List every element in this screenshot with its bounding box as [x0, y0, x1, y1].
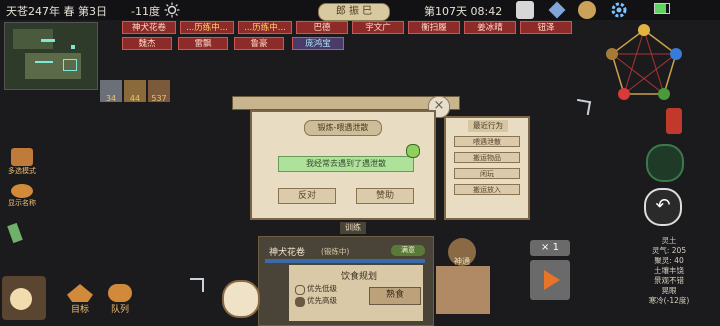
food-type-select[interactable]: 熟食	[369, 287, 421, 305]
action-dialog: 锻炼-喂遇泄散 我经常去遇到了遇泄散 反对 赞助	[250, 110, 436, 220]
notification-badge[interactable]	[666, 108, 682, 134]
tab-training[interactable]: 训练	[340, 222, 366, 234]
faction-tag[interactable]: 鲁豪	[234, 37, 284, 50]
faction-tag[interactable]: 庞鸿宝	[292, 37, 344, 50]
faction-tag[interactable]: 宇文广	[352, 21, 404, 34]
recent-actions-title: 最近行为	[468, 120, 508, 132]
target-button[interactable]: 目标	[62, 284, 98, 315]
scenery: 景观不错	[654, 276, 684, 285]
character-name: 神犬花卷	[269, 248, 306, 258]
recent-action-item[interactable]: 喂遇泄散	[454, 136, 520, 147]
minimap[interactable]	[4, 22, 98, 90]
radio-high[interactable]	[295, 297, 305, 307]
faction-tag[interactable]: 衡扫履	[408, 21, 460, 34]
team-icon	[108, 284, 132, 302]
dialog-title: 锻炼-喂遇泄散	[304, 120, 382, 136]
multi-select-button[interactable]: 多选模式	[4, 148, 40, 176]
soil-fertility: 土壤丰饶	[654, 266, 684, 275]
spirit-energy: 灵气: 205	[651, 246, 687, 255]
faction-tag[interactable]: ...历练中...	[238, 21, 292, 34]
speed-button[interactable]: × 1	[530, 240, 570, 256]
dialog-scroll-top	[232, 96, 460, 110]
paw-icon[interactable]	[222, 280, 260, 318]
confirm-button[interactable]: 赞助	[356, 188, 414, 204]
cold: 寒冷(-12度)	[648, 296, 690, 305]
dialog-prompt: 我经常去遇到了遇泄散	[278, 156, 414, 172]
button-label: 显示名称	[8, 199, 36, 207]
button-label: 多选模式	[8, 167, 36, 175]
gather-spirit: 聚灵: 40	[654, 256, 684, 265]
tile-info-panel: 灵土 灵气: 205 聚灵: 40 土壤丰饶 景观不错 晃眼 寒冷(-12度)	[622, 236, 716, 324]
faction-tag[interactable]: 巴德	[296, 21, 348, 34]
faction-tag[interactable]: ...历练中...	[180, 21, 234, 34]
radio-low[interactable]	[295, 285, 305, 295]
cancel-button[interactable]: 反对	[278, 188, 336, 204]
recent-action-item[interactable]: 搬运物品	[454, 152, 520, 163]
food-plan-box: 饮食规划 优先低级 优先高级 熟食	[289, 265, 423, 321]
character-panel: 神犬花卷 (锻炼中) 满意 饮食规划 优先低级 优先高级 熟食	[258, 236, 434, 326]
glare: 晃眼	[661, 286, 677, 295]
option-high[interactable]: 优先高级	[307, 295, 337, 306]
recent-action-item[interactable]: 搬运放入	[454, 184, 520, 195]
save-icon[interactable]	[516, 1, 534, 19]
tile-type: 灵土	[661, 236, 677, 245]
action-grid[interactable]	[436, 266, 490, 314]
team-button[interactable]: 队列	[102, 284, 138, 315]
sword-icon[interactable]	[7, 222, 23, 244]
gear-icon[interactable]	[610, 1, 628, 19]
game-date: 天苍247年 春 第3日	[6, 5, 107, 18]
resource-count: 44	[129, 94, 141, 103]
faction-tag[interactable]: 魏杰	[122, 37, 172, 50]
temperature: -11度	[131, 5, 160, 18]
faction-tag[interactable]: 神犬花卷	[122, 21, 176, 34]
progress-bar	[265, 259, 425, 263]
spirit-icon[interactable]	[646, 144, 684, 182]
pickaxe-icon[interactable]	[190, 278, 204, 292]
faction-tag[interactable]: 雷飘	[178, 37, 228, 50]
resource-count: 34	[105, 94, 117, 103]
button-label: 目标	[70, 305, 89, 315]
recent-action-item[interactable]: 闲玩	[454, 168, 520, 179]
recent-actions-panel: 最近行为 喂遇泄散 搬运物品 闲玩 搬运放入	[444, 116, 530, 220]
compass-icon[interactable]	[578, 1, 596, 19]
back-icon[interactable]: ↶	[644, 188, 682, 226]
smile-icon	[406, 144, 420, 158]
eye-icon	[11, 184, 33, 198]
button-label: 队列	[110, 305, 129, 315]
battery-icon	[654, 3, 670, 14]
day-time: 第107天 08:42	[424, 5, 503, 18]
resource-count: 537	[151, 94, 167, 103]
play-button[interactable]	[530, 260, 570, 300]
show-names-button[interactable]: 显示名称	[4, 184, 40, 208]
mood-badge: 满意	[391, 245, 425, 256]
faction-tag[interactable]: 钮泽	[520, 21, 572, 34]
character-status: (锻炼中)	[321, 247, 350, 256]
option-low[interactable]: 优先低级	[307, 283, 337, 294]
faction-tags: 神犬花卷 ...历练中... ...历练中... 巴德 宇文广 衡扫履 姜冰晴 …	[122, 21, 572, 51]
multi-select-icon	[11, 148, 33, 166]
sun-icon	[164, 2, 180, 18]
pickaxe-icon[interactable]	[574, 98, 592, 116]
character-portrait[interactable]	[0, 270, 52, 324]
sect-name: 郎 振 巳	[335, 6, 373, 17]
target-icon	[67, 284, 93, 302]
sect-name-banner[interactable]: 郎 振 巳	[318, 3, 390, 21]
faction-tag[interactable]: 姜冰晴	[464, 21, 516, 34]
five-elements-wheel[interactable]	[602, 24, 686, 104]
scroll-icon[interactable]	[548, 1, 566, 19]
food-plan-title: 饮食规划	[341, 272, 378, 282]
